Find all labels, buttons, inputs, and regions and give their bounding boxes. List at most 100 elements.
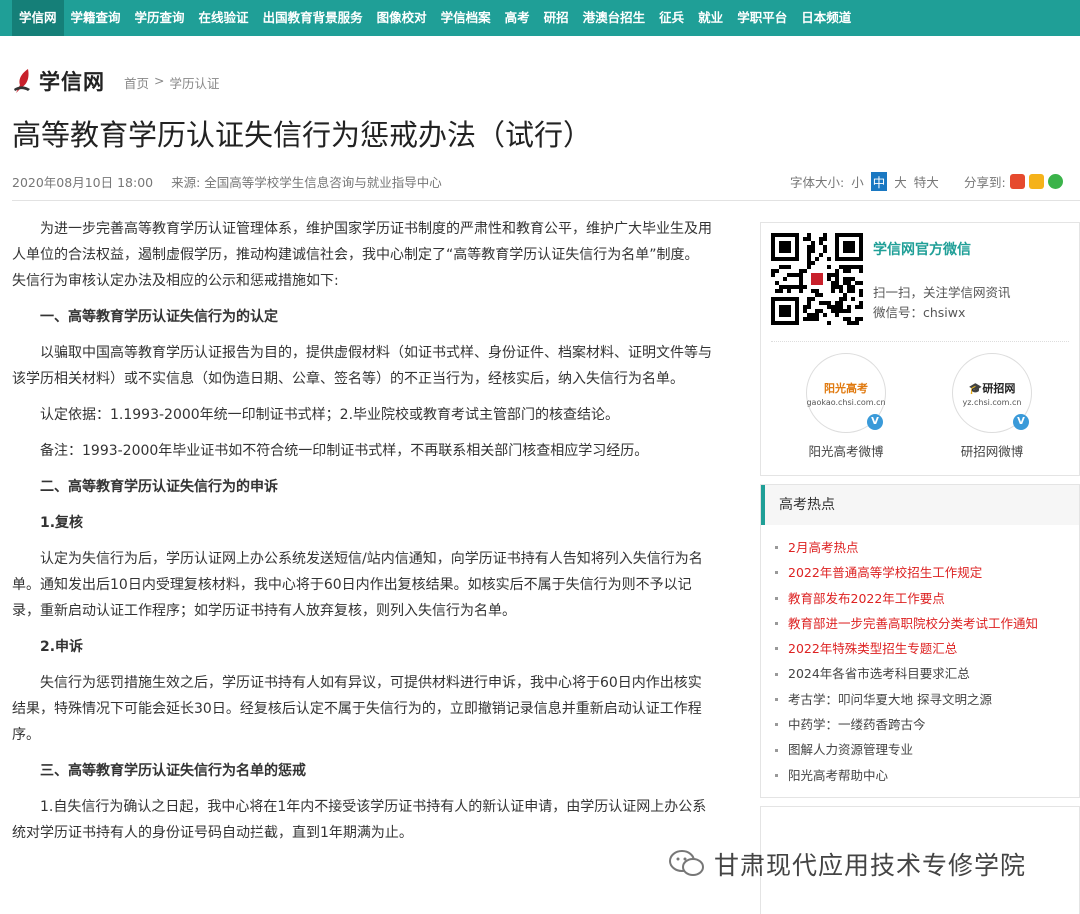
article-body: 为进一步完善高等教育学历认证管理体系，维护国家学历证书制度的严肃性和教育公平，维… (12, 216, 712, 856)
gaokao-brand: 阳光高考 (824, 381, 868, 395)
font-size-label: 字体大小: (790, 175, 845, 190)
hot-topic-text: 教育部进一步完善高职院校分类考试工作通知 (788, 615, 1039, 631)
page-title: 高等教育学历认证失信行为惩戒办法（试行） (12, 118, 593, 152)
weibo-yanzhao[interactable]: 🎓研招网 yz.chsi.com.cn V 研招网微博 (947, 353, 1037, 460)
font-size-large[interactable]: 大 (894, 172, 907, 191)
nav-item-13[interactable]: 日本频道 (794, 0, 858, 36)
publish-date: 2020年08月10日 18:00 (12, 175, 154, 190)
site-logo[interactable]: 学信网 (12, 66, 105, 96)
bullet-icon (775, 697, 778, 701)
nav-item-6[interactable]: 学信档案 (434, 0, 498, 36)
gaokao-url: gaokao.chsi.com.cn (806, 397, 886, 407)
nav-item-9[interactable]: 港澳台招生 (576, 0, 653, 36)
breadcrumb-separator: > (154, 73, 165, 88)
hot-topic-link[interactable]: 考古学：叩问华夏大地 探寻文明之源 (775, 687, 1079, 712)
nav-item-4[interactable]: 出国教育背景服务 (256, 0, 370, 36)
hot-topic-link[interactable]: 2022年特殊类型招生专题汇总 (775, 636, 1079, 661)
mortarboard-icon: 🎓 (968, 381, 983, 395)
hot-topic-link[interactable]: 教育部进一步完善高职院校分类考试工作通知 (775, 611, 1079, 636)
share-bar: 分享到: (964, 172, 1063, 191)
hot-topic-text: 教育部发布2022年工作要点 (788, 590, 945, 606)
wechat-qr-code (771, 233, 863, 325)
bullet-icon (775, 546, 778, 550)
top-navigation: 学信网 学籍查询 学历查询 在线验证 出国教育背景服务 图像校对 学信档案 高考 研招 港澳台招生… (0, 0, 1080, 36)
article-paragraph: 认定为失信行为后，学历认证网上办公系统发送短信/站内信通知，向学历证书持有人告知… (12, 551, 703, 619)
share-label: 分享到: (964, 175, 1006, 190)
yanzhao-brand: 🎓研招网 (969, 380, 1016, 396)
verified-icon: V (867, 414, 883, 430)
gaokao-logo: 阳光高考 gaokao.chsi.com.cn V (806, 353, 886, 433)
article-paragraph: 备注：1993-2000年毕业证书如不符合统一印制证书式样，不再联系相关部门核查… (40, 443, 649, 459)
header-divider (12, 200, 1080, 201)
hot-topic-link[interactable]: 阳光高考帮助中心 (775, 763, 1079, 788)
hot-topic-link[interactable]: 教育部发布2022年工作要点 (775, 586, 1079, 611)
section-heading: 一、高等教育学历认证失信行为的认定 (40, 309, 278, 325)
wechat-title[interactable]: 学信网官方微信 (873, 239, 971, 259)
font-size-small[interactable]: 小 (851, 172, 864, 191)
breadcrumb: 首页 > 学历认证 (124, 73, 220, 92)
weibo-yanzhao-label: 研招网微博 (960, 444, 1024, 459)
bullet-icon (775, 571, 778, 575)
font-size-xlarge[interactable]: 特大 (914, 172, 939, 191)
weibo-gaokao-label: 阳光高考微博 (808, 444, 884, 459)
nav-item-5[interactable]: 图像校对 (370, 0, 434, 36)
yanzhao-logo: 🎓研招网 yz.chsi.com.cn V (952, 353, 1032, 433)
hot-topic-link[interactable]: 图解人力资源管理专业 (775, 737, 1079, 762)
bullet-icon (775, 596, 778, 600)
nav-item-2[interactable]: 学历查询 (128, 0, 192, 36)
bullet-icon (775, 748, 778, 752)
logo-text: 学信网 (39, 69, 105, 94)
wechat-id: 微信号：chsiwx (873, 305, 966, 320)
hot-topic-link[interactable]: 2月高考热点 (775, 535, 1079, 560)
article-paragraph: 失信行为惩罚措施生效之后，学历证书持有人如有异议，可提供材料进行申诉，我中心将于… (12, 675, 702, 743)
font-size-selector: 字体大小: 小 中 大 特大 (790, 172, 939, 191)
hot-topics-list: 2月高考热点 2022年普通高等学校招生工作规定教育部发布2022年工作要点教育部… (761, 525, 1079, 788)
section-heading: 1.复核 (40, 515, 84, 531)
weibo-share-icon[interactable] (1009, 174, 1025, 189)
hot-topic-link[interactable]: 2022年普通高等学校招生工作规定 (775, 560, 1079, 585)
article-meta: 2020年08月10日 18:00 来源: 全国高等学校学生信息咨询与就业指导中… (12, 172, 442, 191)
section-heading: 三、高等教育学历认证失信行为名单的惩戒 (40, 763, 306, 779)
wechat-watermark-icon (669, 850, 704, 876)
hot-topic-link[interactable]: 中药学：一缕药香跨古今 (775, 712, 1079, 737)
bullet-icon (775, 647, 778, 651)
bullet-icon (775, 723, 778, 727)
nav-item-10[interactable]: 征兵 (652, 0, 691, 36)
nav-item-11[interactable]: 就业 (691, 0, 730, 36)
hot-topic-text: 图解人力资源管理专业 (788, 742, 914, 758)
wechat-line1: 扫一扫，关注学信网资讯 (873, 285, 1011, 300)
hot-topic-text: 2月高考热点 (788, 540, 859, 555)
bullet-icon (775, 622, 778, 626)
nav-item-3[interactable]: 在线验证 (192, 0, 256, 36)
hot-topics-title: 高考热点 (761, 485, 1079, 525)
article-paragraph: 认定依据：1.1993-2000年统一印制证书式样；2.毕业院校或教育考试主管部… (40, 407, 620, 423)
bullet-icon (775, 672, 778, 676)
nav-item-12[interactable]: 学职平台 (730, 0, 794, 36)
watermark-text: 甘肃现代应用技术专修学院 (714, 851, 1027, 880)
hot-topic-text: 2024年各省市选考科目要求汇总 (788, 666, 970, 682)
qzone-share-icon[interactable] (1028, 174, 1044, 189)
box-separator (771, 341, 1069, 342)
breadcrumb-current[interactable]: 学历认证 (170, 73, 220, 92)
nav-item-7[interactable]: 高考 (498, 0, 537, 36)
logo-mark-icon (12, 67, 36, 95)
nav-item-1[interactable]: 学籍查询 (64, 0, 128, 36)
wechat-share-icon[interactable] (1047, 174, 1063, 189)
hot-topics-box: 高考热点 2月高考热点 2022年普通高等学校招生工作规定教育部发布2022年工作… (760, 484, 1080, 798)
font-size-medium[interactable]: 中 (870, 172, 888, 191)
article-paragraph: 1.自失信行为确认之日起，我中心将在1年内不接受该学历证书持有人的新认证申请，由… (12, 799, 707, 841)
verified-icon: V (1013, 414, 1029, 430)
hot-topic-text: 阳光高考帮助中心 (788, 767, 889, 783)
breadcrumb-home[interactable]: 首页 (124, 73, 149, 92)
yanzhao-url: yz.chsi.com.cn (962, 397, 1022, 407)
section-heading: 2.申诉 (40, 639, 84, 655)
article-paragraph: 为进一步完善高等教育学历认证管理体系，维护国家学历证书制度的严肃性和教育公平，维… (12, 221, 712, 289)
nav-item-8[interactable]: 研招 (537, 0, 576, 36)
bullet-icon (775, 773, 778, 777)
social-box: 学信网官方微信 扫一扫，关注学信网资讯 微信号：chsiwx 阳光高考 gaok… (760, 222, 1080, 476)
weibo-gaokao[interactable]: 阳光高考 gaokao.chsi.com.cn V 阳光高考微博 (801, 353, 891, 460)
nav-item-0[interactable]: 学信网 (12, 0, 64, 36)
hot-topic-link[interactable]: 2024年各省市选考科目要求汇总 (775, 661, 1079, 686)
yanzhao-brand-text: 研招网 (982, 381, 1016, 395)
hot-topic-text: 考古学：叩问华夏大地 探寻文明之源 (788, 691, 992, 707)
